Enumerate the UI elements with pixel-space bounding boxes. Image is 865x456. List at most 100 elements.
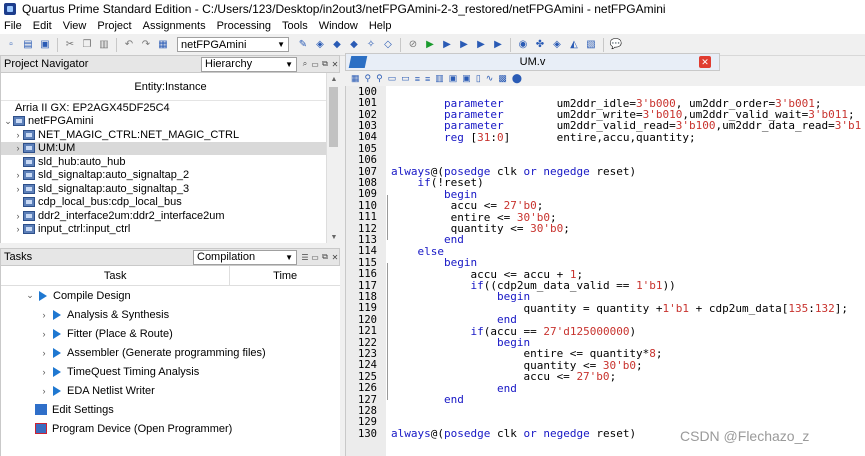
tcl-icon[interactable]: ▩ <box>498 73 507 84</box>
code-line[interactable]: 130 always@(posedge clk or negedge reset) <box>346 427 636 440</box>
code-line[interactable]: 128 <box>346 405 391 417</box>
task-program-device[interactable]: Program Device (Open Programmer) <box>1 419 340 438</box>
menu-window[interactable]: Window <box>319 20 358 32</box>
menu-file[interactable]: File <box>4 20 22 32</box>
programmer-icon[interactable]: ◈ <box>550 38 564 52</box>
code-editor[interactable]: 100 101 parameter um2ddr_idle=3'b000, um2… <box>345 86 865 456</box>
indent-icon[interactable]: ▦ <box>351 73 360 84</box>
search-icon[interactable]: ⌕ <box>301 59 309 69</box>
code-line[interactable]: 106 <box>346 154 391 166</box>
timing-icon[interactable]: ◆ <box>347 38 361 52</box>
tree-item[interactable]: › sld_signaltap:auto_signaltap_2 <box>1 169 340 183</box>
bookmark-icon[interactable]: ▭ <box>388 73 397 84</box>
chevron-right-icon[interactable]: › <box>39 310 49 320</box>
fold-marker[interactable] <box>387 342 391 389</box>
redo-icon[interactable]: ↷ <box>139 38 153 52</box>
run-icon[interactable] <box>39 290 47 301</box>
collapse-icon[interactable]: ▣ <box>449 73 458 84</box>
device-row[interactable]: Arria II GX: EP2AGX45DF25C4 <box>1 101 340 115</box>
menu-tools[interactable]: Tools <box>282 20 308 32</box>
chevron-right-icon[interactable]: › <box>13 170 23 180</box>
task-step[interactable]: › Analysis & Synthesis <box>1 305 340 324</box>
analysis-synthesis-icon[interactable]: ▶ <box>440 38 454 52</box>
code-line[interactable]: 127 end <box>346 393 464 406</box>
settings-icon[interactable]: ☰ <box>301 252 309 262</box>
chevron-right-icon[interactable]: › <box>13 184 23 194</box>
float-icon[interactable]: ⧉ <box>321 252 329 262</box>
assembler-icon[interactable]: ▶ <box>474 38 488 52</box>
tcl-console-icon[interactable]: ▧ <box>584 38 598 52</box>
code-line[interactable]: 105 <box>346 143 391 155</box>
menu-processing[interactable]: Processing <box>217 20 271 32</box>
float-icon[interactable]: ⧉ <box>321 59 329 69</box>
timing-analysis-icon[interactable]: ▶ <box>491 38 505 52</box>
chevron-right-icon[interactable]: › <box>39 367 49 377</box>
code-line[interactable]: 107 always@(posedge clk or negedge reset) <box>346 165 636 178</box>
restore-icon[interactable]: ▭ <box>311 59 319 69</box>
new-file-icon[interactable]: ▫ <box>4 38 18 52</box>
template-icon[interactable]: ▯ <box>476 73 481 84</box>
task-step[interactable]: › EDA Netlist Writer <box>1 381 340 400</box>
chevron-right-icon[interactable]: › <box>13 211 23 221</box>
navigator-scrollbar[interactable]: ▲ ▼ <box>326 73 340 243</box>
chevron-down-icon[interactable]: ⌄ <box>3 116 13 127</box>
code-line[interactable]: 104 reg [31:0] entire,accu,quantity; <box>346 131 696 144</box>
menu-project[interactable]: Project <box>97 20 131 32</box>
tree-item[interactable]: › input_ctrl:input_ctrl <box>1 223 340 237</box>
run-icon[interactable] <box>53 309 61 320</box>
netlist-viewer-icon[interactable]: ◉ <box>516 38 530 52</box>
fitter-icon[interactable]: ▶ <box>457 38 471 52</box>
toggle-comment-icon[interactable]: ≡ <box>415 74 420 84</box>
pin-planner-icon[interactable]: ◈ <box>313 38 327 52</box>
project-select[interactable]: netFPGAmini ▼ <box>177 37 289 52</box>
insert-template-icon[interactable]: ▥ <box>435 73 444 84</box>
menu-help[interactable]: Help <box>369 20 392 32</box>
format-icon[interactable]: ∿ <box>486 73 494 84</box>
close-icon[interactable]: ✕ <box>331 252 339 262</box>
navigator-view-select[interactable]: Hierarchy ▼ <box>201 56 297 72</box>
tree-item[interactable]: › ddr2_interface2um:ddr2_interface2um <box>1 209 340 223</box>
run-icon[interactable] <box>53 347 61 358</box>
tree-item[interactable]: › UM:UM <box>1 141 340 155</box>
start-compilation-icon[interactable]: ▶ <box>423 38 437 52</box>
tree-item[interactable]: › sld_signaltap:auto_signaltap_3 <box>1 182 340 196</box>
assignment-editor-icon[interactable]: ✎ <box>296 38 310 52</box>
chevron-right-icon[interactable]: › <box>13 143 23 153</box>
chevron-right-icon[interactable]: › <box>39 386 49 396</box>
scroll-thumb[interactable] <box>329 87 338 147</box>
tree-item[interactable]: cdp_local_bus:cdp_local_bus <box>1 196 340 210</box>
copy-icon[interactable]: ❐ <box>80 38 94 52</box>
uncomment-icon[interactable]: ≡ <box>425 74 430 84</box>
tree-item[interactable]: › NET_MAGIC_CTRL:NET_MAGIC_CTRL <box>1 128 340 142</box>
find-next-icon[interactable]: ⚲ <box>376 73 383 84</box>
tree-item[interactable]: sld_hub:auto_hub <box>1 155 340 169</box>
restore-icon[interactable]: ▭ <box>311 252 319 262</box>
bookmark-next-icon[interactable]: ▭ <box>401 73 410 84</box>
task-compile-design[interactable]: ⌄ Compile Design <box>1 286 340 305</box>
settings-icon[interactable]: ◆ <box>330 38 344 52</box>
find-icon[interactable]: ⚲ <box>365 73 372 84</box>
task-step[interactable]: › TimeQuest Timing Analysis <box>1 362 340 381</box>
save-icon[interactable]: ▣ <box>38 38 52 52</box>
fold-marker[interactable] <box>387 194 391 241</box>
scroll-up-icon[interactable]: ▲ <box>327 73 340 85</box>
signaltap-icon[interactable]: ◭ <box>567 38 581 52</box>
code-line[interactable]: 129 <box>346 416 391 428</box>
cut-icon[interactable]: ✂ <box>63 38 77 52</box>
chevron-right-icon[interactable]: › <box>39 348 49 358</box>
rtl-viewer-icon[interactable]: ✤ <box>533 38 547 52</box>
stop-icon[interactable]: ⊘ <box>406 38 420 52</box>
editor-tab-um-v[interactable]: UM.v ✕ <box>345 53 720 71</box>
help-icon[interactable]: ⬤ <box>512 73 522 84</box>
menu-view[interactable]: View <box>63 20 87 32</box>
menu-edit[interactable]: Edit <box>33 20 52 32</box>
task-edit-settings[interactable]: Edit Settings <box>1 400 340 419</box>
undo-icon[interactable]: ↶ <box>122 38 136 52</box>
paste-icon[interactable]: ▥ <box>97 38 111 52</box>
run-icon[interactable] <box>53 366 61 377</box>
task-step[interactable]: › Assembler (Generate programming files) <box>1 343 340 362</box>
scroll-down-icon[interactable]: ▼ <box>327 231 340 243</box>
chat-help-icon[interactable]: 💬 <box>609 38 623 52</box>
run-icon[interactable] <box>53 328 61 339</box>
chevron-right-icon[interactable]: › <box>39 329 49 339</box>
